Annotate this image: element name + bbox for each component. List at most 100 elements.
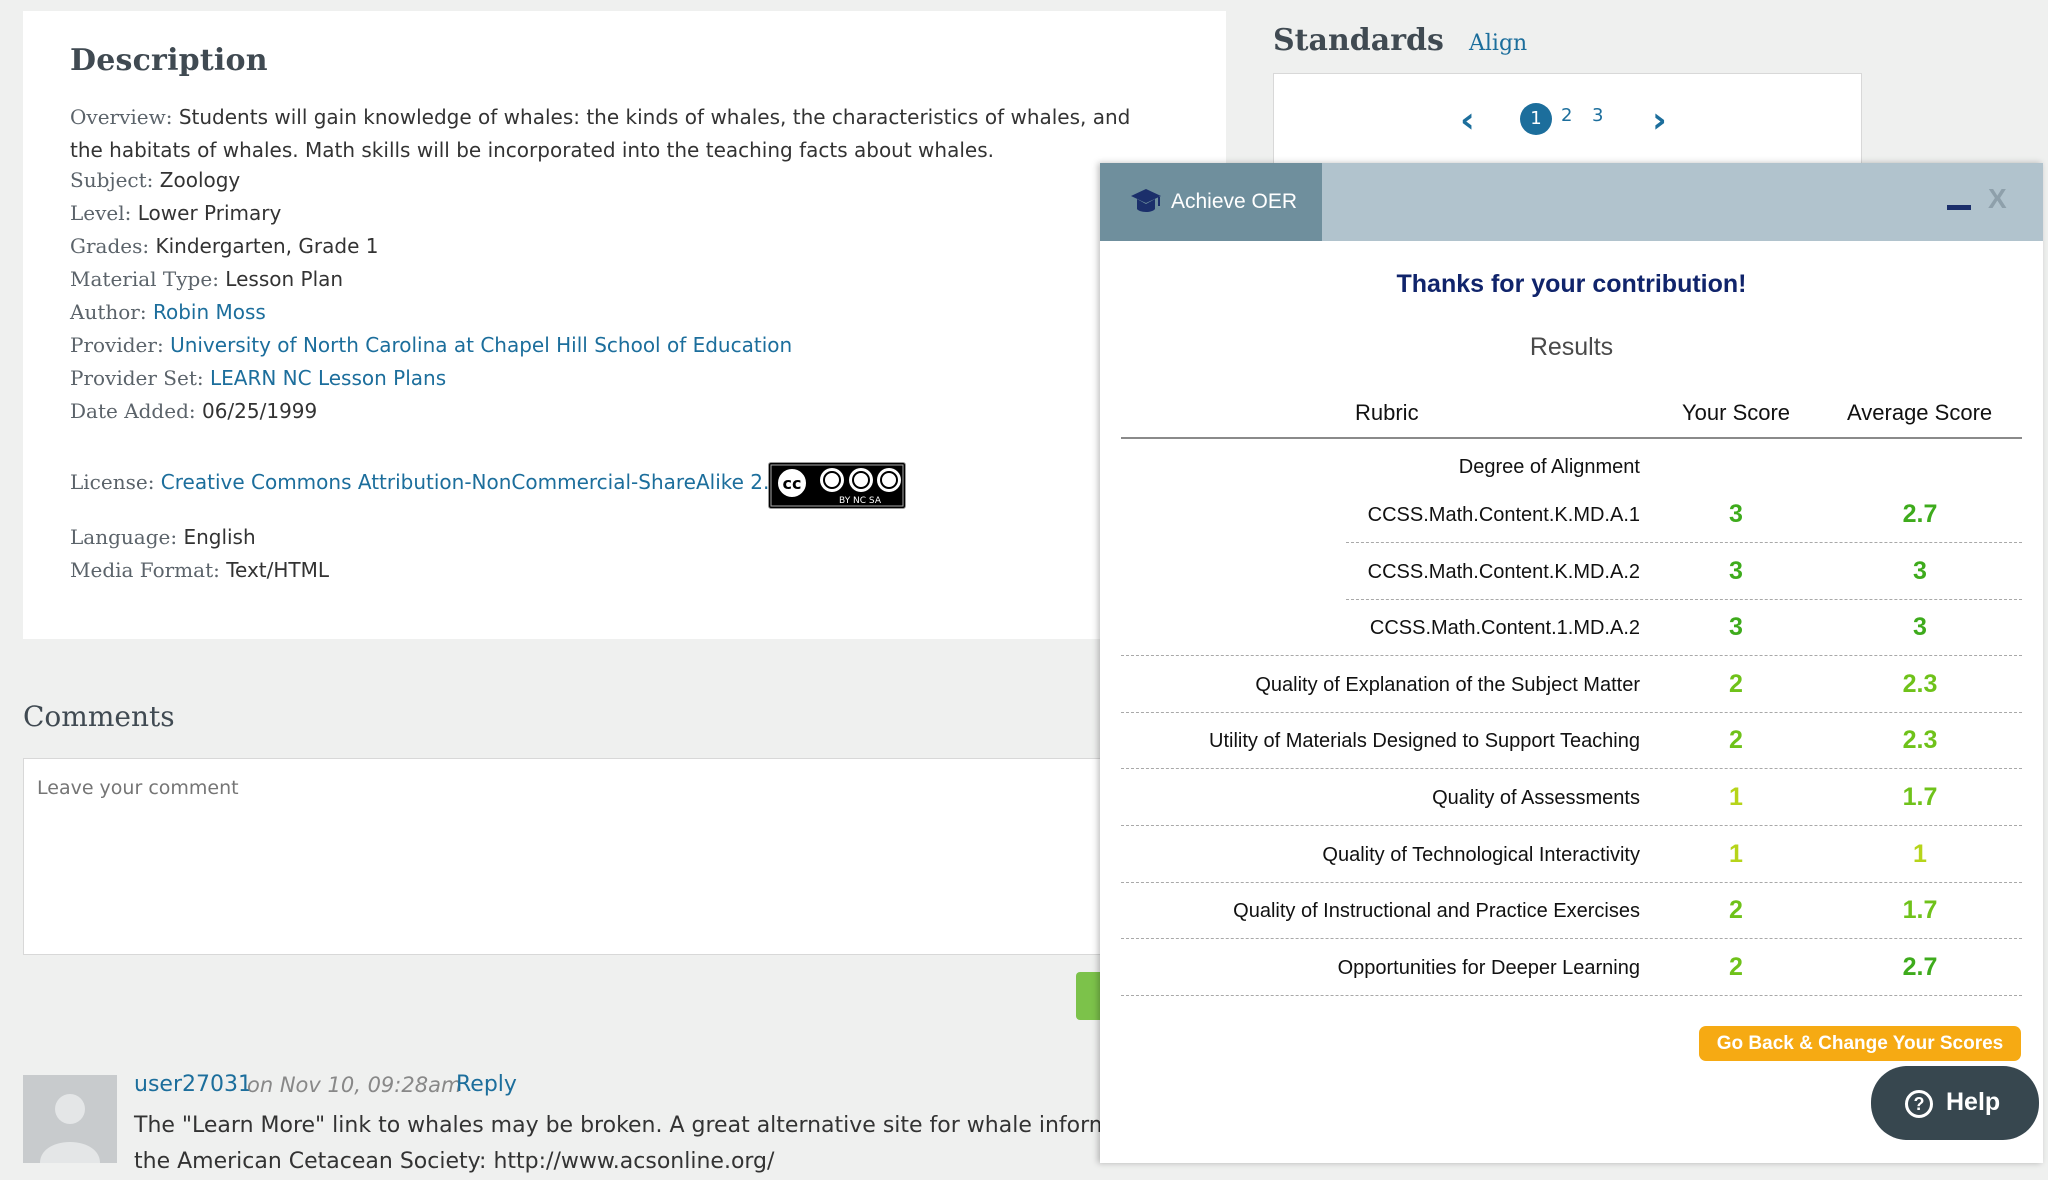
row-divider bbox=[1121, 825, 2022, 826]
question-circle-icon: ? bbox=[1905, 1090, 1933, 1118]
field-material-type: Material Type: Lesson Plan bbox=[70, 267, 343, 291]
field-value: Zoology bbox=[159, 168, 241, 192]
your-score-value: 1 bbox=[1729, 783, 1743, 811]
row-divider bbox=[1121, 655, 2022, 657]
rubric-row-label: CCSS.Math.Content.K.MD.A.1 bbox=[1367, 504, 1640, 526]
row-divider bbox=[1121, 938, 2022, 940]
chevron-right-icon[interactable]: › bbox=[1652, 100, 1667, 141]
page-3-button[interactable]: 3 bbox=[1592, 105, 1603, 126]
average-score-value: 1.7 bbox=[1902, 783, 1938, 811]
field-label: License: bbox=[70, 470, 155, 494]
field-subject: Subject: Zoology bbox=[70, 168, 240, 192]
your-score-value: 1 bbox=[1729, 839, 1743, 868]
help-button[interactable]: ? Help bbox=[1871, 1066, 2039, 1140]
reply-link[interactable]: Reply bbox=[456, 1072, 517, 1097]
field-label: Material Type: bbox=[70, 267, 219, 291]
average-score-value: 2.7 bbox=[1902, 952, 1938, 981]
degree-of-alignment-heading: Degree of Alignment bbox=[1458, 456, 1640, 478]
field-label: Provider Set: bbox=[70, 366, 204, 390]
field-value: Kindergarten, Grade 1 bbox=[155, 234, 379, 258]
row-divider bbox=[1346, 598, 2022, 600]
field-provider: Provider: University of North Carolina a… bbox=[70, 333, 792, 357]
field-date-added: Date Added: 06/25/1999 bbox=[70, 399, 317, 423]
rubric-row-label: Utility of Materials Designed to Support… bbox=[1209, 730, 1640, 753]
rubric-row-label: Quality of Assessments bbox=[1432, 787, 1640, 809]
your-score-value: 2 bbox=[1729, 952, 1743, 981]
average-score-value: 2.3 bbox=[1902, 669, 1938, 698]
description-card: Description Overview: Students will gain… bbox=[23, 11, 1226, 639]
field-value: Text/HTML bbox=[226, 558, 330, 582]
comments-title: Comments bbox=[23, 700, 175, 733]
field-label: Subject: bbox=[70, 168, 154, 192]
field-label: Media Format: bbox=[70, 558, 220, 582]
row-divider bbox=[1121, 994, 2022, 996]
field-license: License: Creative Commons Attribution-No… bbox=[70, 470, 782, 494]
field-value: English bbox=[183, 525, 256, 549]
field-value: Lower Primary bbox=[137, 201, 282, 225]
average-score-value: 2.3 bbox=[1902, 726, 1938, 755]
comment-input[interactable] bbox=[23, 758, 1133, 955]
page-1-button[interactable]: 1 bbox=[1520, 103, 1552, 135]
chevron-left-icon[interactable]: ‹ bbox=[1460, 100, 1475, 141]
average-score-column-header: Average Score bbox=[1847, 400, 1993, 425]
close-button[interactable]: X bbox=[1988, 183, 2007, 215]
achieve-oer-popup: Achieve OER X Thanks for your contributi… bbox=[1100, 163, 2043, 1163]
field-author: Author: Robin Moss bbox=[70, 300, 266, 324]
graduation-cap-icon bbox=[1131, 189, 1161, 212]
go-back-change-scores-button[interactable]: Go Back & Change Your Scores bbox=[1699, 1026, 2021, 1061]
rubric-row-label: Quality of Instructional and Practice Ex… bbox=[1233, 900, 1640, 923]
page-2-button[interactable]: 2 bbox=[1561, 105, 1572, 126]
results-heading: Results bbox=[1529, 333, 1614, 361]
field-value: 06/25/1999 bbox=[201, 399, 318, 423]
average-score-value: 1.7 bbox=[1902, 896, 1938, 925]
avatar bbox=[23, 1075, 117, 1163]
cc-license-icon: cc BY NC SA bbox=[770, 464, 904, 507]
field-label: Provider: bbox=[70, 333, 164, 357]
header-divider bbox=[1121, 437, 2022, 439]
comment-time: on Nov 10, 09:28am bbox=[247, 1073, 462, 1097]
description-title: Description bbox=[70, 43, 268, 78]
rubric-row-label: Opportunities for Deeper Learning bbox=[1337, 956, 1640, 979]
rubric-row-label: CCSS.Math.Content.1.MD.A.2 bbox=[1369, 617, 1640, 640]
field-language: Language: English bbox=[70, 525, 256, 549]
row-divider bbox=[1121, 881, 2022, 883]
minimize-icon[interactable] bbox=[1947, 205, 1971, 210]
row-divider bbox=[1121, 711, 2022, 713]
your-score-value: 2 bbox=[1729, 726, 1743, 755]
row-divider bbox=[1346, 542, 2022, 543]
field-label: Language: bbox=[70, 525, 178, 549]
thanks-message: Thanks for your contribution! bbox=[1396, 270, 1747, 298]
align-link[interactable]: Align bbox=[1469, 31, 1527, 56]
field-label: Date Added: bbox=[70, 399, 196, 423]
field-label: Author: bbox=[70, 300, 147, 324]
provider-link[interactable]: University of North Carolina at Chapel H… bbox=[170, 333, 792, 357]
comment-user-link[interactable]: user27031 bbox=[134, 1072, 252, 1097]
user-silhouette-icon bbox=[40, 1094, 100, 1163]
row-divider bbox=[1121, 768, 2022, 770]
field-level: Level: Lower Primary bbox=[70, 201, 281, 225]
popup-tab-title: Achieve OER bbox=[1171, 190, 1298, 213]
comment-text-line-2: the American Cetacean Society: http://ww… bbox=[134, 1149, 775, 1174]
average-score-value: 1 bbox=[1913, 839, 1927, 868]
provider-set-link[interactable]: LEARN NC Lesson Plans bbox=[210, 366, 446, 390]
your-score-value: 3 bbox=[1729, 613, 1743, 642]
average-score-value: 2.7 bbox=[1902, 500, 1938, 528]
field-label: Grades: bbox=[70, 234, 150, 258]
comment-text-line-1: The "Learn More" link to whales may be b… bbox=[134, 1113, 1111, 1138]
your-score-value: 2 bbox=[1729, 896, 1743, 925]
field-label: Level: bbox=[70, 201, 132, 225]
cc-license-badge[interactable]: cc BY NC SA bbox=[768, 462, 906, 509]
field-grades: Grades: Kindergarten, Grade 1 bbox=[70, 234, 378, 258]
rubric-row-label: Quality of Explanation of the Subject Ma… bbox=[1255, 673, 1640, 696]
popup-tab[interactable]: Achieve OER bbox=[1100, 163, 1322, 241]
license-link[interactable]: Creative Commons Attribution-NonCommerci… bbox=[161, 470, 782, 494]
your-score-value: 3 bbox=[1729, 556, 1743, 585]
field-provider-set: Provider Set: LEARN NC Lesson Plans bbox=[70, 366, 446, 390]
field-media-format: Media Format: Text/HTML bbox=[70, 558, 329, 582]
standards-title: Standards bbox=[1273, 23, 1444, 58]
overview-text: Overview: Students will gain knowledge o… bbox=[70, 101, 1160, 167]
field-value: Lesson Plan bbox=[225, 267, 344, 291]
author-link[interactable]: Robin Moss bbox=[153, 300, 266, 324]
average-score-value: 3 bbox=[1913, 613, 1927, 642]
rubric-row-label: Quality of Technological Interactivity bbox=[1322, 843, 1640, 866]
